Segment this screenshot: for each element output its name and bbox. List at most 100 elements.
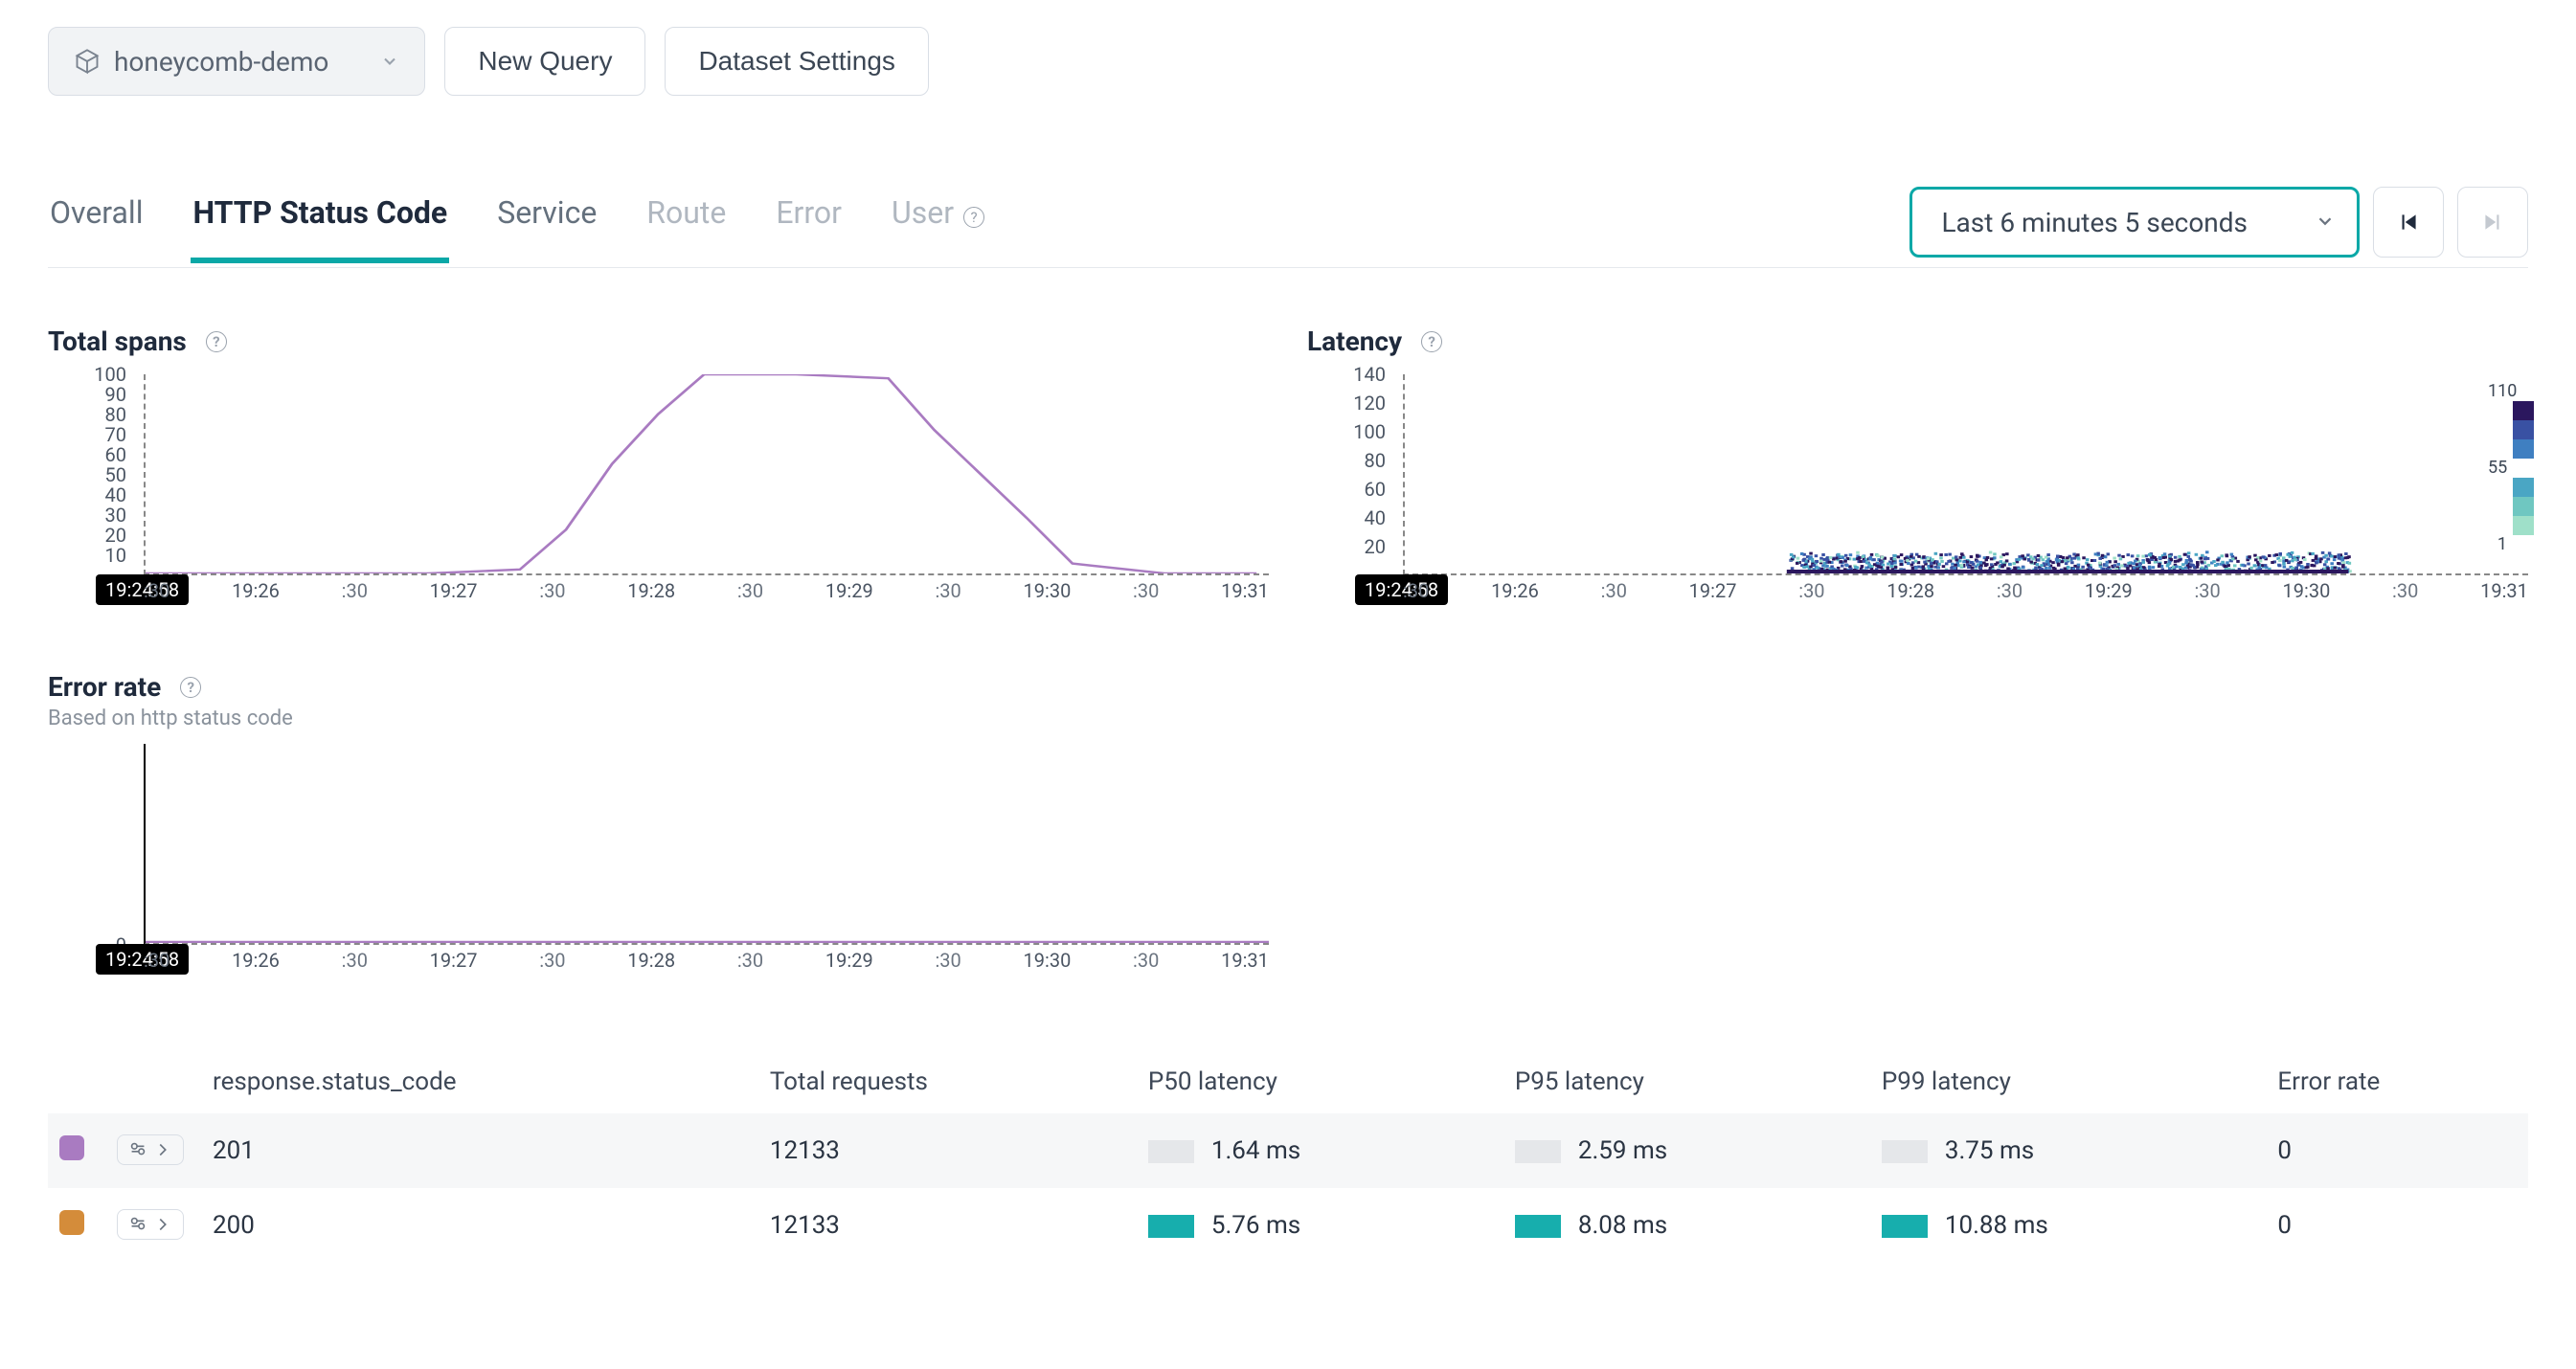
p95-bar	[1515, 1215, 1561, 1238]
p50-value: 1.64 ms	[1211, 1136, 1300, 1165]
help-icon[interactable]: ?	[1421, 331, 1442, 352]
table-row: 20112133 1.64 ms 2.59 ms 3.75 ms 0	[48, 1113, 2528, 1188]
x-tick: :30	[935, 579, 960, 602]
help-icon[interactable]: ?	[206, 331, 227, 352]
tab-error: Error	[774, 194, 844, 258]
y-tick: 10	[105, 544, 126, 567]
column-header[interactable]: Total requests	[758, 1050, 1137, 1113]
x-tick: 19:26	[232, 579, 280, 602]
x-tick: 19:31	[1221, 579, 1269, 602]
x-tick: 19:30	[1024, 949, 1072, 972]
tab-http-status-code[interactable]: HTTP Status Code	[191, 194, 449, 263]
series-swatch	[59, 1210, 84, 1235]
x-tick: 19:29	[2085, 579, 2133, 602]
dataset-select[interactable]: honeycomb-demo	[48, 27, 425, 96]
x-tick: 19:28	[1887, 579, 1934, 602]
chart-title: Latency	[1307, 325, 1402, 357]
p99-bar	[1882, 1215, 1928, 1238]
x-tick: :30	[935, 949, 960, 972]
column-header[interactable]: response.status_code	[201, 1050, 758, 1113]
x-tick: :30	[1403, 579, 1429, 602]
p99-value: 10.88 ms	[1945, 1211, 2048, 1240]
p95-bar	[1515, 1140, 1561, 1163]
chart-subtitle: Based on http status code	[48, 707, 1269, 730]
x-tick: 19:26	[1491, 579, 1539, 602]
x-tick: 19:27	[1689, 579, 1737, 602]
time-range-label: Last 6 minutes 5 seconds	[1941, 207, 2248, 238]
x-tick: :30	[737, 949, 763, 972]
x-tick: :30	[1133, 949, 1159, 972]
time-next-button	[2457, 187, 2528, 258]
x-tick: :30	[539, 949, 565, 972]
time-prev-button[interactable]	[2373, 187, 2444, 258]
total-requests: 12133	[758, 1113, 1137, 1188]
plot-area[interactable]	[144, 744, 1269, 945]
tab-overall[interactable]: Overall	[48, 194, 145, 258]
status-code: 200	[201, 1188, 758, 1263]
x-tick: 19:31	[1221, 949, 1269, 972]
p50-value: 5.76 ms	[1211, 1211, 1300, 1240]
x-tick: :30	[539, 579, 565, 602]
chart-latency: Latency ? 14012010080604020 110 55 1	[1307, 325, 2528, 642]
x-tick: :30	[342, 949, 368, 972]
p50-bar	[1148, 1140, 1194, 1163]
column-header[interactable]: P95 latency	[1503, 1050, 1870, 1113]
x-tick: :30	[1997, 579, 2022, 602]
x-tick: :30	[144, 949, 169, 972]
x-tick: 19:26	[232, 949, 280, 972]
chart-total-spans: Total spans ? 100908070605040302010 19:2…	[48, 325, 1269, 642]
table-row: 20012133 5.76 ms 8.08 ms 10.88 ms 0	[48, 1188, 2528, 1263]
p99-bar	[1882, 1140, 1928, 1163]
x-tick: 19:27	[430, 579, 478, 602]
help-icon[interactable]: ?	[180, 677, 201, 698]
y-tick: 80	[1365, 449, 1386, 472]
chevron-down-icon	[2315, 207, 2336, 238]
x-tick: 19:30	[2283, 579, 2331, 602]
new-query-button[interactable]: New Query	[444, 27, 645, 96]
tab-service[interactable]: Service	[495, 194, 599, 258]
tabs-help-icon[interactable]: ?	[963, 207, 984, 228]
bubbleup-button[interactable]	[117, 1134, 184, 1165]
column-header[interactable]: P50 latency	[1137, 1050, 1503, 1113]
p50-bar	[1148, 1215, 1194, 1238]
y-tick: 40	[1365, 506, 1386, 529]
x-tick: 19:31	[2480, 579, 2528, 602]
x-tick: 19:29	[825, 949, 873, 972]
dataset-icon	[74, 48, 101, 75]
error-rate: 0	[2266, 1188, 2528, 1263]
dataset-name: honeycomb-demo	[114, 46, 328, 78]
p95-value: 2.59 ms	[1578, 1136, 1667, 1165]
x-tick: :30	[2392, 579, 2418, 602]
column-header[interactable]: Error rate	[2266, 1050, 2528, 1113]
chevron-down-icon	[380, 46, 399, 78]
x-tick: :30	[1133, 579, 1159, 602]
y-tick: 60	[1365, 478, 1386, 501]
plot-area[interactable]	[1403, 374, 2528, 575]
x-tick: 19:30	[1024, 579, 1072, 602]
x-tick: 19:29	[825, 579, 873, 602]
total-requests: 12133	[758, 1188, 1137, 1263]
series-swatch	[59, 1135, 84, 1160]
status-code: 201	[201, 1113, 758, 1188]
heatmap-legend: 110 55 1	[2488, 382, 2534, 554]
tab-route: Route	[644, 194, 728, 258]
x-tick: :30	[1601, 579, 1627, 602]
p99-value: 3.75 ms	[1945, 1136, 2034, 1165]
y-tick: 120	[1353, 392, 1386, 415]
x-tick: 19:28	[627, 949, 675, 972]
time-range-select[interactable]: Last 6 minutes 5 seconds	[1909, 187, 2360, 258]
plot-area[interactable]	[144, 374, 1269, 575]
tab-user: User	[890, 194, 956, 258]
x-tick: 19:27	[430, 949, 478, 972]
error-rate: 0	[2266, 1113, 2528, 1188]
y-tick: 140	[1353, 363, 1386, 386]
dataset-settings-button[interactable]: Dataset Settings	[665, 27, 928, 96]
x-tick: :30	[144, 579, 169, 602]
chart-title: Error rate	[48, 671, 161, 703]
x-tick: :30	[342, 579, 368, 602]
chart-error-rate: Error rate ? Based on http status code -…	[48, 671, 1269, 1012]
x-tick: :30	[1798, 579, 1824, 602]
column-header[interactable]: P99 latency	[1870, 1050, 2267, 1113]
p95-value: 8.08 ms	[1578, 1211, 1667, 1240]
bubbleup-button[interactable]	[117, 1209, 184, 1240]
